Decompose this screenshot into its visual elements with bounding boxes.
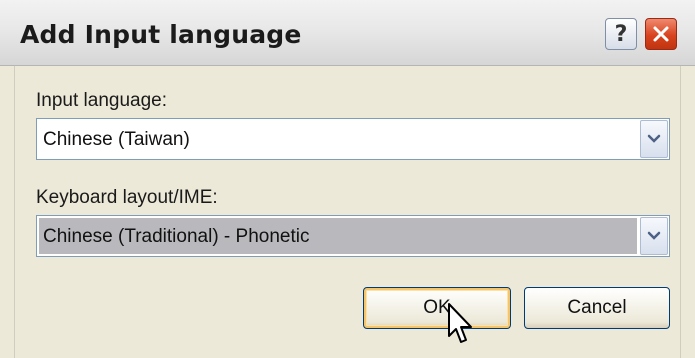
window-title: Add Input language	[20, 20, 302, 49]
keyboard-layout-label: Keyboard layout/IME:	[36, 187, 218, 208]
help-icon: ?	[614, 21, 628, 47]
title-bar[interactable]: Add Input language ?	[0, 0, 695, 66]
close-button[interactable]	[645, 18, 677, 50]
chevron-down-icon	[647, 134, 661, 143]
ok-button[interactable]: OK	[363, 287, 511, 329]
hand-cursor-icon	[448, 303, 472, 343]
cancel-button-label: Cancel	[567, 297, 627, 318]
input-language-label: Input language:	[36, 90, 168, 111]
input-language-dropdown-arrow[interactable]	[640, 120, 668, 158]
keyboard-layout-dropdown-arrow[interactable]	[640, 217, 668, 255]
dialog-window: Add Input language ? Input language: Chi…	[0, 0, 695, 358]
help-button[interactable]: ?	[605, 18, 637, 50]
input-language-dropdown[interactable]: Chinese (Taiwan)	[36, 118, 670, 160]
chevron-down-icon	[647, 231, 661, 240]
close-icon	[653, 26, 669, 42]
input-language-value: Chinese (Taiwan)	[43, 129, 190, 150]
keyboard-layout-dropdown[interactable]: Chinese (Traditional) - Phonetic	[36, 215, 670, 257]
keyboard-layout-value: Chinese (Traditional) - Phonetic	[43, 226, 310, 247]
cancel-button[interactable]: Cancel	[524, 287, 670, 329]
